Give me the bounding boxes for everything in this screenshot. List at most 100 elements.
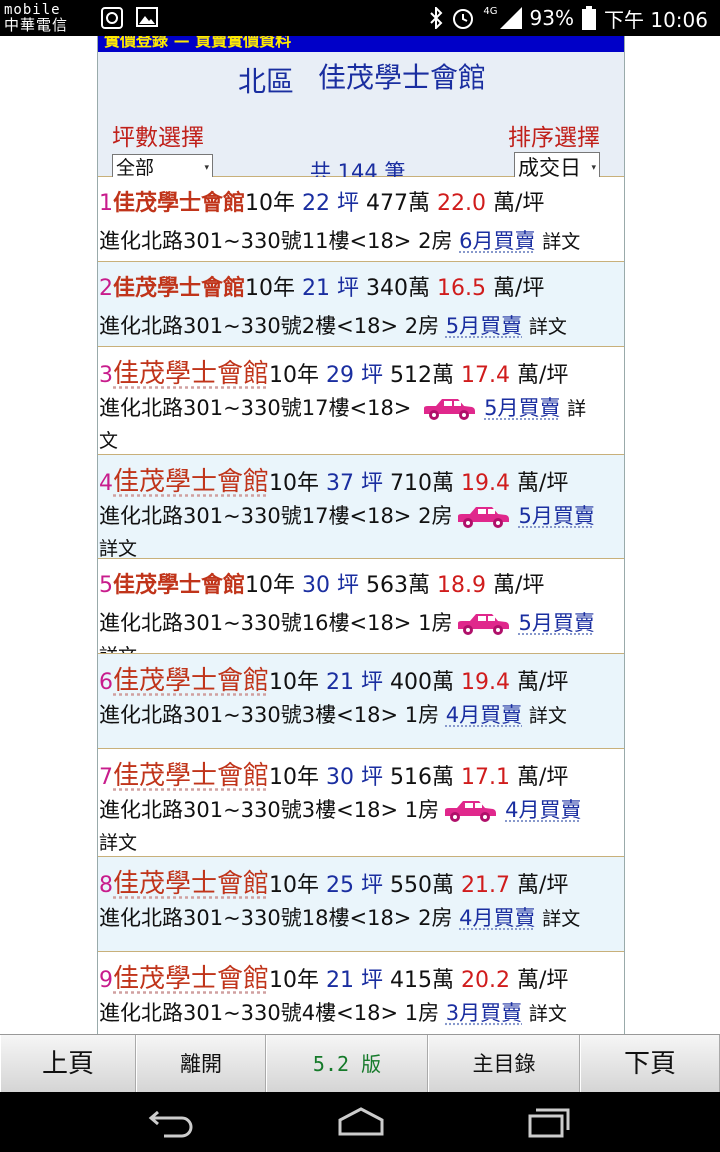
record-row[interactable]: 1佳茂學士會館10年 22 坪 477萬 22.0 萬/坪 進化北路301~330… [98,177,624,262]
network-type: 4G [483,5,498,17]
sale-month-link[interactable]: 5月買賣 [446,314,522,338]
area-unit: 坪 [361,471,384,496]
room-count: 1房 [418,611,453,635]
battery-icon [582,6,596,30]
total-price: 512萬 [390,363,455,388]
room-count: 1房 [404,798,440,822]
car-parking-icon [424,399,476,420]
record-number: 3 [99,363,113,388]
building-age: 10年 [269,471,320,496]
recent-apps-icon[interactable] [526,1106,572,1140]
total-price: 516萬 [390,765,455,790]
prev-page-button[interactable]: 上頁 [0,1035,136,1093]
sale-month-link[interactable]: 4月買賣 [459,906,535,930]
room-count: 2房 [418,504,453,528]
address: 進化北路301~330號4樓<18> [99,1001,399,1025]
sale-month-link[interactable]: 6月買賣 [459,229,535,253]
sale-month-link[interactable]: 4月買賣 [505,798,581,822]
sale-month-link[interactable]: 3月買賣 [446,1001,522,1025]
unit-price-unit: 萬/坪 [493,191,545,216]
detail-link[interactable]: 詳文 [542,908,580,930]
area-unit: 坪 [361,968,384,993]
detail-link[interactable]: 詳文 [99,828,137,855]
record-row[interactable]: 3佳茂學士會館10年 29 坪 512萬 17.4 萬/坪 進化北路301~330… [98,347,624,455]
unit-price: 16.5 [437,276,487,301]
listing-panel: 實價登錄 — 買賣實價資料 北區 佳茂學士會館 坪數選擇 排序選擇 全部 ▾ 共… [97,36,625,1034]
record-row[interactable]: 8佳茂學士會館10年 25 坪 550萬 21.7 萬/坪 進化北路301~330… [98,857,624,952]
unit-price: 21.7 [461,873,511,898]
sale-month-link[interactable]: 5月買賣 [484,396,560,420]
record-row[interactable]: 4佳茂學士會館10年 37 坪 710萬 19.4 萬/坪 進化北路301~330… [98,455,624,559]
area-ping: 25 [326,873,355,898]
area-unit: 坪 [337,276,360,301]
record-summary: 4佳茂學士會館10年 37 坪 710萬 19.4 萬/坪 [99,461,568,498]
unit-price: 18.9 [437,573,487,598]
detail-link[interactable]: 詳文 [99,641,137,653]
record-number: 5 [99,573,113,598]
unit-price-unit: 萬/坪 [517,471,569,496]
detail-link[interactable]: 詳 [567,398,586,420]
unit-price: 19.4 [461,471,511,496]
detail-link[interactable]: 詳文 [529,316,567,338]
unit-price-unit: 萬/坪 [517,363,569,388]
record-summary: 6佳茂學士會館10年 21 坪 400萬 19.4 萬/坪 [99,660,568,697]
total-price: 415萬 [390,968,455,993]
area-unit: 坪 [337,573,360,598]
record-row[interactable]: 9佳茂學士會館10年 21 坪 415萬 20.2 萬/坪 進化北路301~330… [98,952,624,1034]
area-unit: 坪 [361,765,384,790]
building-age: 10年 [269,670,320,695]
record-detail-line: 進化北路301~330號16樓<18> 1房 5月買賣 [99,607,595,637]
address: 進化北路301~330號3樓<18> [99,798,399,822]
area-unit: 坪 [361,363,384,388]
car-parking-icon [445,801,497,822]
main-menu-button[interactable]: 主目錄 [428,1035,580,1093]
area-ping: 21 [326,670,355,695]
unit-price-unit: 萬/坪 [517,765,569,790]
unit-price: 22.0 [437,191,487,216]
detail-link-wrap[interactable]: 文 [99,426,118,453]
building-name-link[interactable]: 佳茂學士會館 [113,869,269,899]
record-detail-line: 進化北路301~330號3樓<18> 1房 4月買賣 詳文 [99,699,567,729]
detail-link[interactable]: 詳文 [542,231,580,253]
detail-link[interactable]: 詳文 [529,1003,567,1025]
address: 進化北路301~330號17樓<18> [99,396,412,420]
building-name-link[interactable]: 佳茂學士會館 [113,467,269,497]
district-label: 北區 [238,65,295,98]
list-header: 北區 佳茂學士會館 坪數選擇 排序選擇 全部 ▾ 共 144 筆 成交日 ▾ [98,52,624,184]
address: 進化北路301~330號18樓<18> [99,906,412,930]
building-name-link[interactable]: 佳茂學士會館 [113,359,269,389]
car-parking-icon [458,614,510,635]
sale-month-link[interactable]: 5月買賣 [518,504,594,528]
building-name-link[interactable]: 佳茂學士會館 [113,276,245,301]
building-name-link[interactable]: 佳茂學士會館 [113,666,269,696]
clock: 下午 10:06 [604,7,708,32]
record-row[interactable]: 2佳茂學士會館10年 21 坪 340萬 16.5 萬/坪 進化北路301~330… [98,262,624,347]
area-unit: 坪 [337,191,360,216]
total-price: 400萬 [390,670,455,695]
area-ping: 29 [326,363,355,388]
version-button[interactable]: 5.2 版 [266,1035,428,1093]
detail-link[interactable]: 詳文 [99,534,137,558]
notification-icon [101,7,123,29]
sale-month-link[interactable]: 4月買賣 [446,703,522,727]
record-row[interactable]: 7佳茂學士會館10年 30 坪 516萬 17.1 萬/坪 進化北路301~330… [98,749,624,857]
building-name-link[interactable]: 佳茂學士會館 [113,191,245,216]
sale-month-link[interactable]: 5月買賣 [518,611,594,635]
record-number: 2 [99,276,113,301]
record-row[interactable]: 6佳茂學士會館10年 21 坪 400萬 19.4 萬/坪 進化北路301~330… [98,654,624,749]
record-row[interactable]: 5佳茂學士會館10年 30 坪 563萬 18.9 萬/坪 進化北路301~330… [98,559,624,654]
next-page-button[interactable]: 下頁 [580,1035,720,1093]
building-name-link[interactable]: 佳茂學士會館 [113,761,269,791]
status-bar: mobile 中華電信 4G 93% 下午 10:06 [0,0,720,36]
alarm-icon [453,9,474,29]
back-icon[interactable] [146,1108,194,1138]
home-icon[interactable] [336,1106,386,1138]
record-number: 1 [99,191,113,216]
detail-link[interactable]: 詳文 [529,705,567,727]
building-name-link[interactable]: 佳茂學士會館 [113,573,245,598]
leave-button[interactable]: 離開 [136,1035,266,1093]
building-name-link[interactable]: 佳茂學士會館 [113,964,269,994]
record-number: 7 [99,765,113,790]
building-title: 佳茂學士會館 [317,61,486,94]
record-number: 8 [99,873,113,898]
